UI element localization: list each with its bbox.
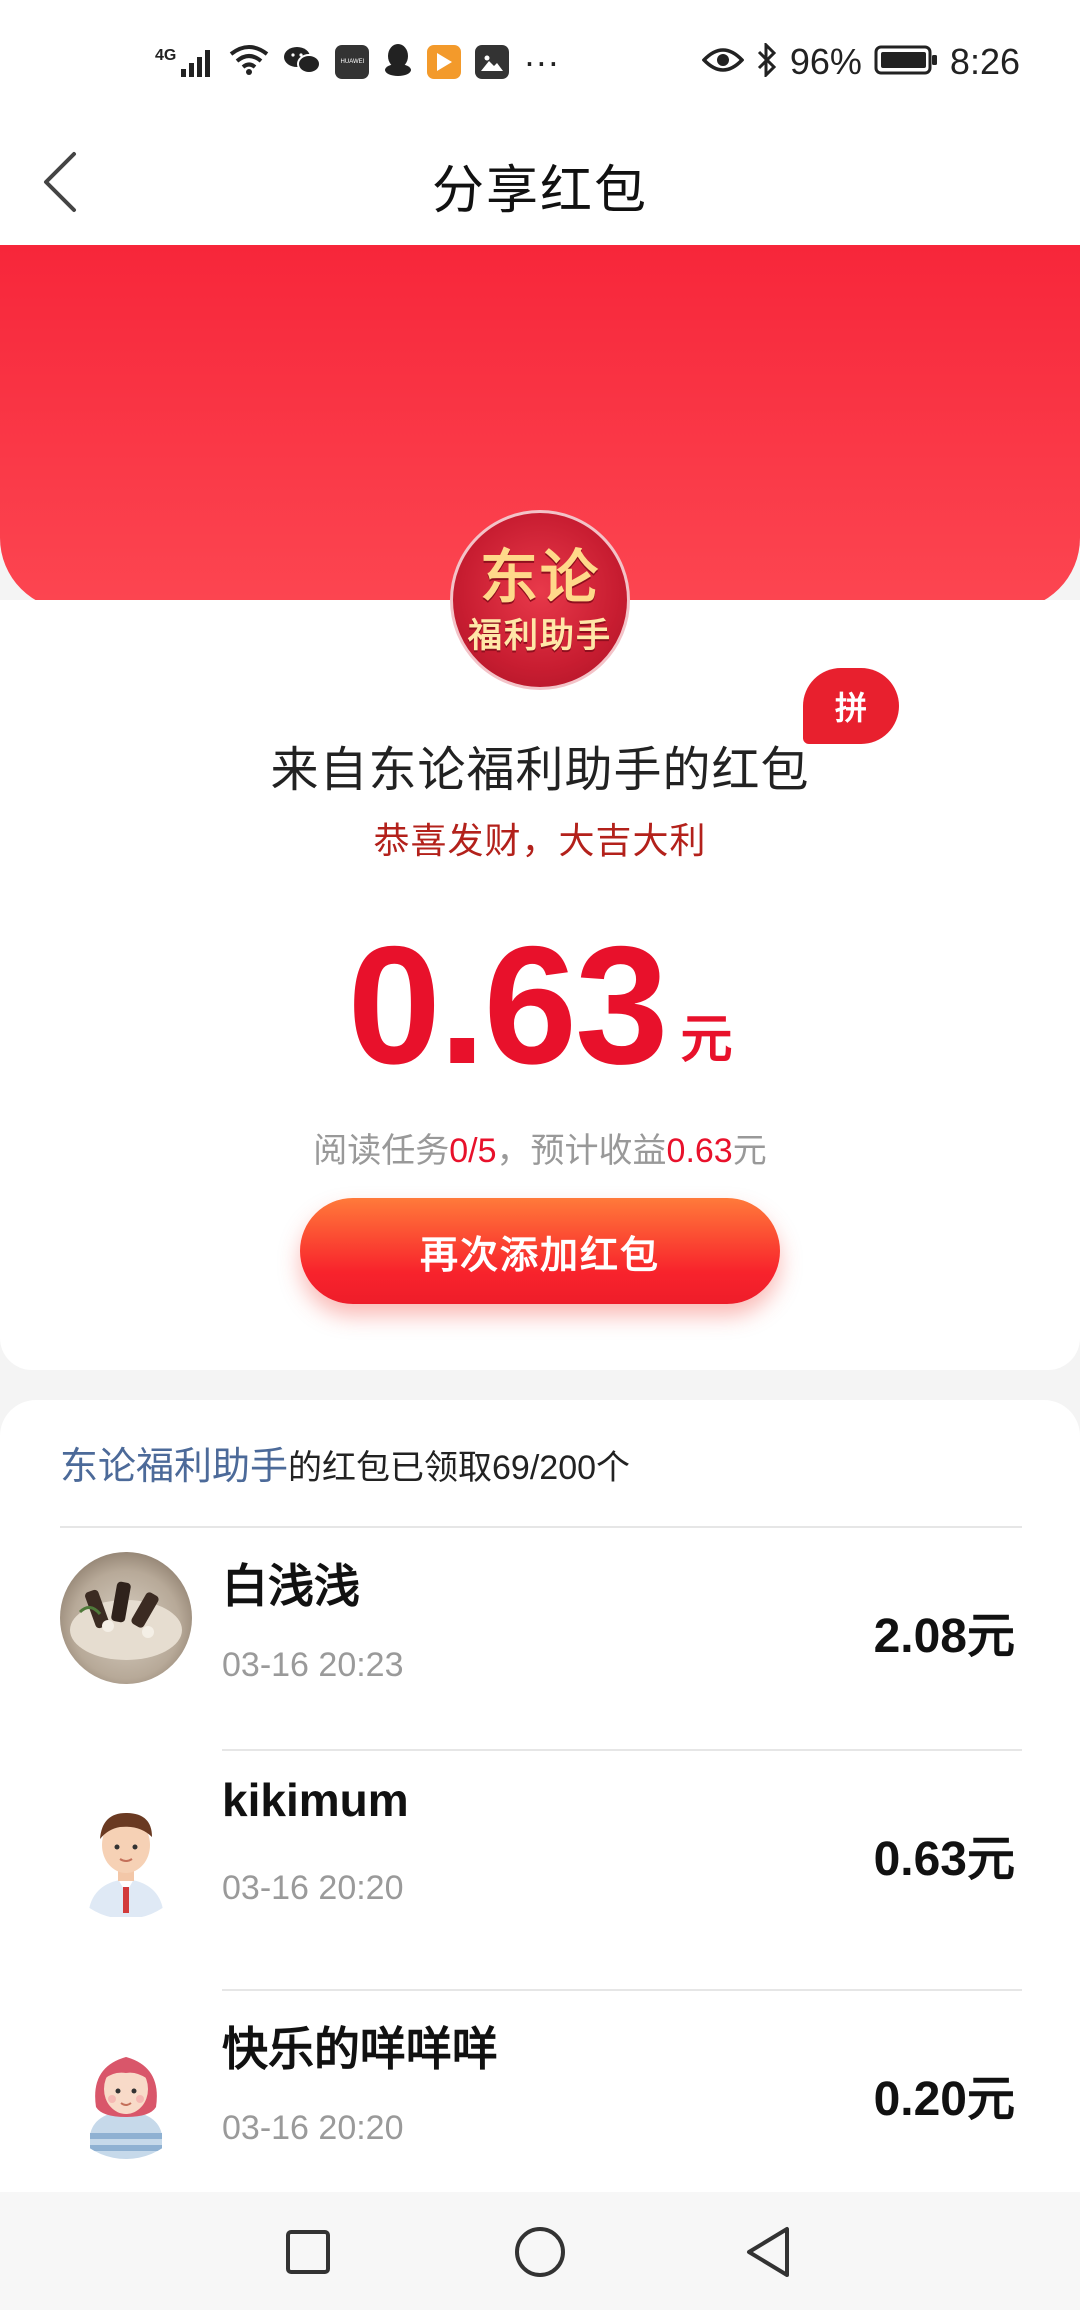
battery-icon [874,45,938,79]
wechat-icon [283,44,322,80]
huawei-label: HUAWEI [340,59,365,65]
claims-text: 的红包已领取 [288,1448,493,1488]
bluetooth-icon [756,41,778,81]
network-type: 4G [155,47,177,64]
circle-icon [515,2227,565,2277]
page-title: 分享红包 [431,161,648,221]
envelope-from-title: 来自东论福利助手的红包 [270,742,810,798]
home-button[interactable] [502,2214,578,2290]
claim-time: 03-16 20:23 [222,1646,404,1684]
amount-unit: 元 [680,1010,733,1070]
claim-time: 03-16 20:20 [222,2109,404,2147]
claims-count: 69/200 [492,1449,597,1487]
clock: 8:26 [949,41,1020,82]
sender-avatar: 东论 福利助手 [450,510,630,690]
claim-amount: 2.08元 [873,1610,1015,1663]
claim-row[interactable]: kikimum 03-16 20:20 0.63元 [0,1751,1080,1991]
recent-apps-button[interactable] [270,2214,346,2290]
user-name: 白浅浅 [222,1560,360,1612]
add-red-packet-again-button[interactable]: 再次添加红包 [300,1198,780,1304]
claims-count-unit: 个 [596,1448,631,1488]
video-app-icon [427,45,462,79]
claims-owner-link[interactable]: 东论福利助手 [60,1444,288,1488]
reading-task-line: 阅读任务0/5，预计收益0.63元 [0,1123,1080,1172]
claim-amount: 0.20元 [873,2073,1015,2126]
task-prefix: 阅读任务 [313,1131,450,1171]
user-avatar [60,2027,192,2159]
task-done: 0 [449,1132,469,1170]
system-back-button[interactable] [730,2214,806,2290]
system-navigation-bar [0,2192,1080,2310]
blessing-text: 恭喜发财，大吉大利 [373,821,707,862]
task-mid: ，预计收益 [496,1131,667,1171]
avatar-line2: 福利助手 [468,615,612,656]
claims-summary: 东论福利助手的红包已领取69/200个 [60,1435,630,1490]
claim-amount: 0.63元 [873,1833,1015,1886]
task-sep: / [468,1132,478,1170]
huawei-store-icon: HUAWEI [335,45,370,79]
user-avatar [60,1787,192,1919]
eye-comfort-icon [701,46,745,78]
claim-row[interactable]: 快乐的咩咩咩 03-16 20:20 0.20元 [0,1991,1080,2192]
square-icon [286,2230,330,2274]
task-total: 5 [477,1132,497,1170]
status-bar: 4G HUAWEI ··· 96% 8:26 [0,0,1080,120]
battery-percent: 96% [789,41,862,82]
claim-time: 03-16 20:20 [222,1869,404,1907]
user-name: 快乐的咩咩咩 [222,2023,498,2075]
task-earn: 0.63 [666,1132,733,1170]
qq-icon [383,43,413,81]
amount-value: 0.63 [347,911,669,1099]
signal-icon: 4G [155,47,215,77]
user-avatar [60,1552,192,1684]
wifi-icon [229,44,269,80]
triangle-back-icon [747,2227,789,2277]
user-name: kikimum [222,1774,409,1826]
claim-row[interactable]: 白浅浅 03-16 20:23 2.08元 [0,1528,1080,1768]
task-unit: 元 [732,1131,767,1171]
gallery-icon [475,45,510,79]
status-left: 4G HUAWEI ··· [155,36,559,88]
avatar-line1: 东论 [479,542,600,611]
amount-display: 0.63 元 [0,920,1080,1090]
nav-bar: 分享红包 [0,120,1080,245]
status-right: 96% 8:26 [701,36,1020,88]
more-notifications: ··· [523,41,560,82]
